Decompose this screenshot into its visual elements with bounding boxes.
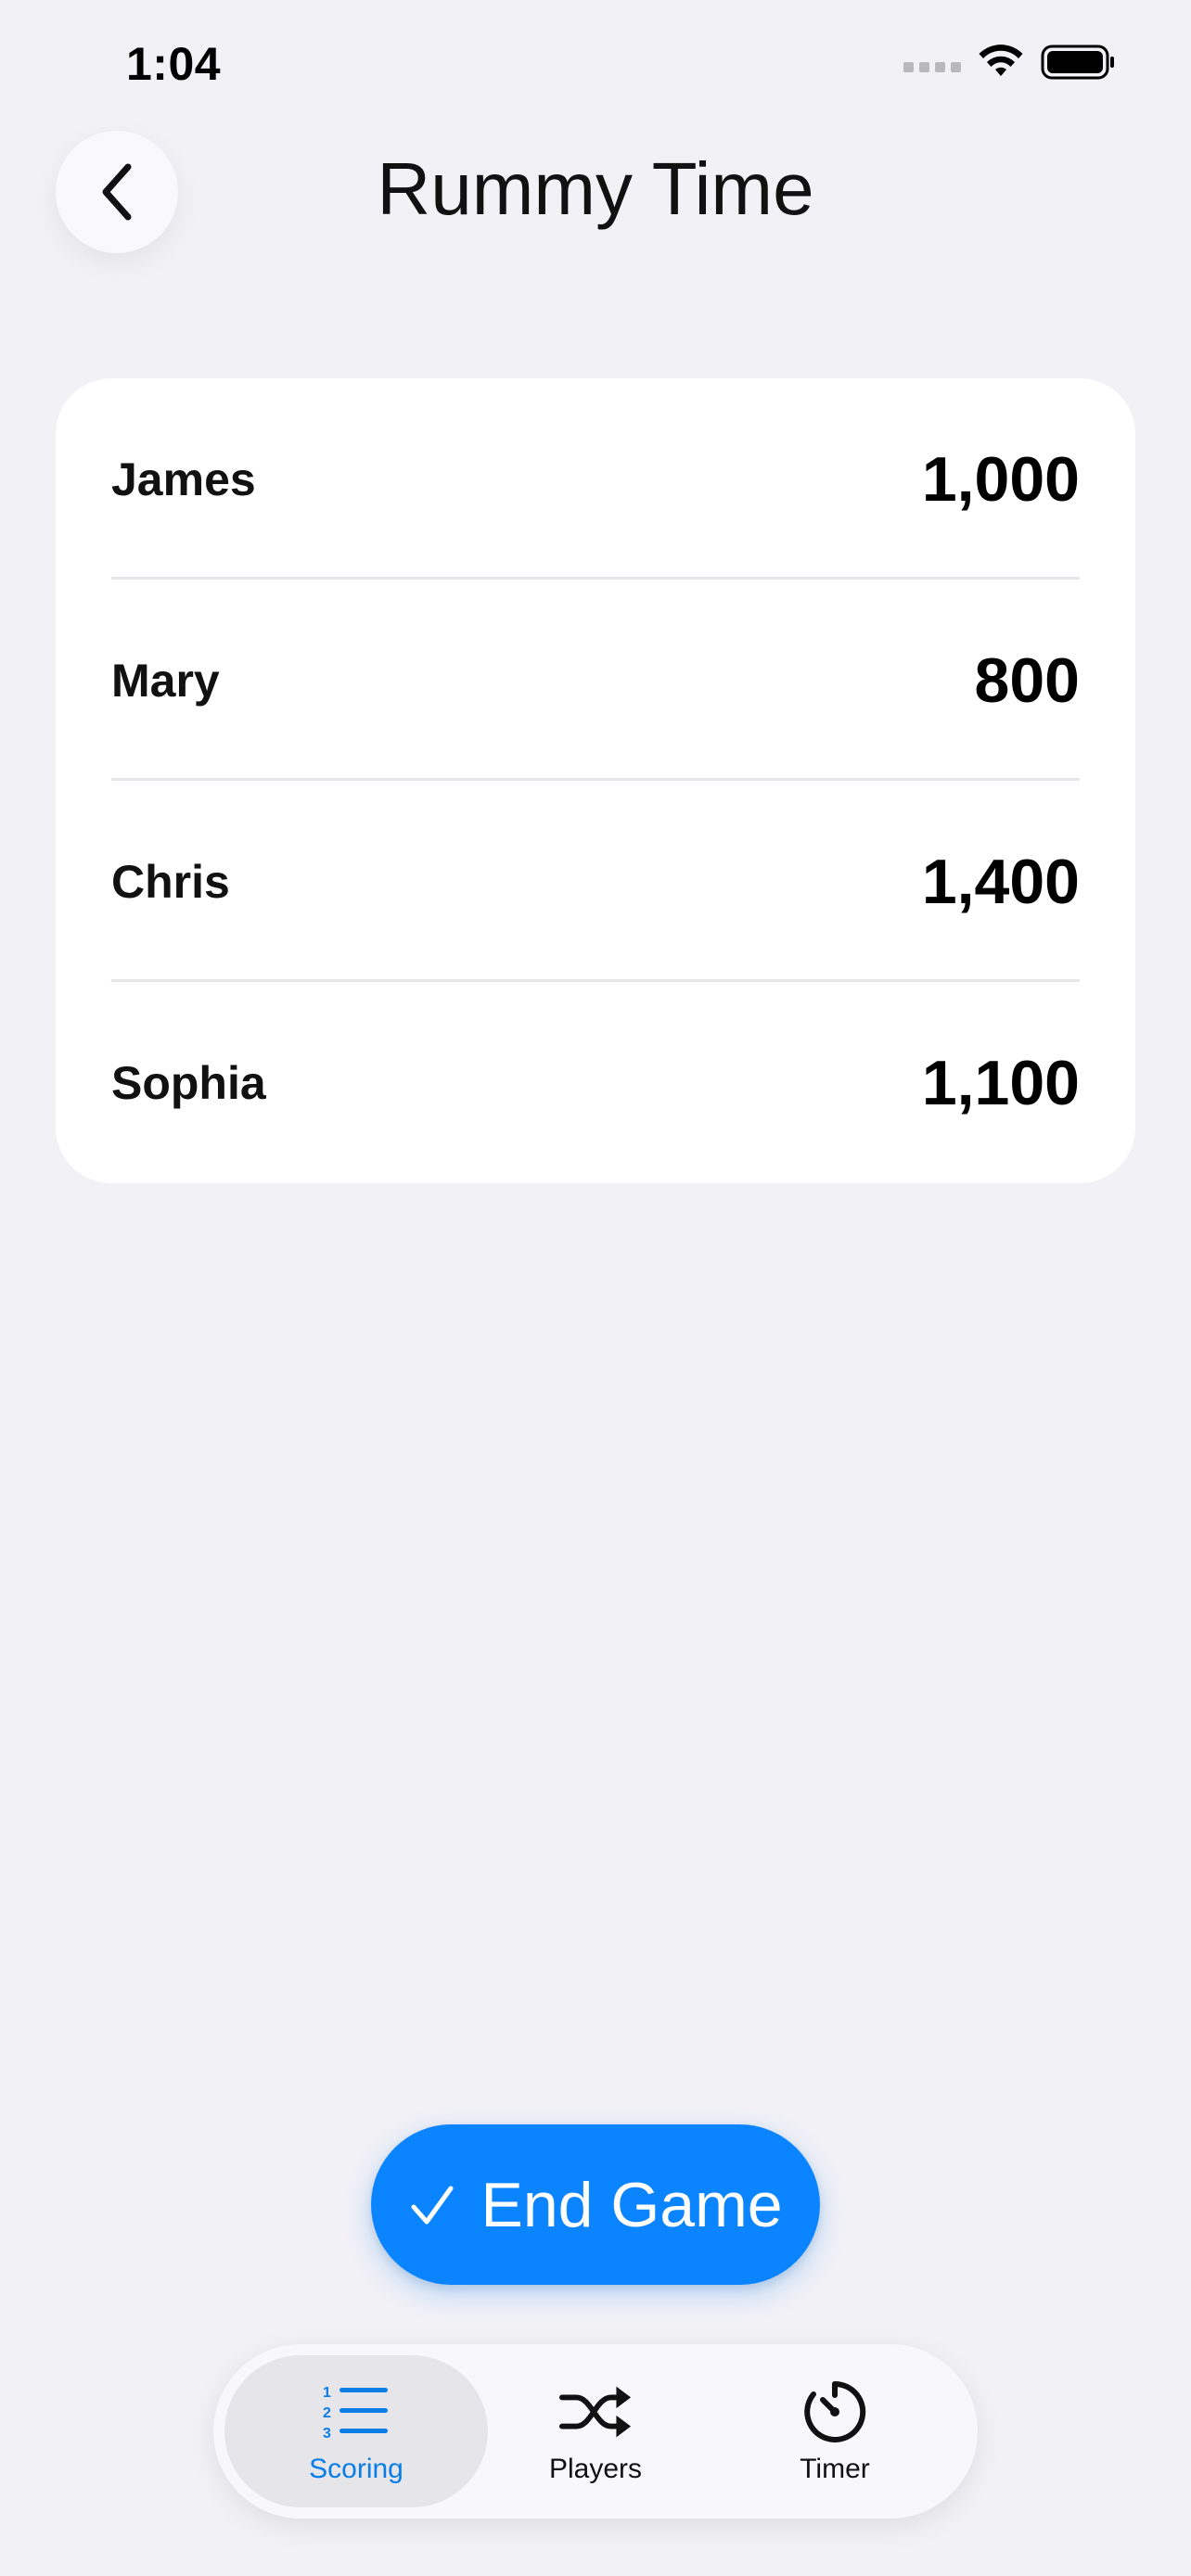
tab-players[interactable]: Players (464, 2355, 727, 2507)
checkmark-icon (411, 2186, 454, 2224)
tab-scoring[interactable]: 1 2 3 Scoring (224, 2355, 488, 2507)
page-title: Rummy Time (377, 147, 814, 230)
wifi-icon (979, 45, 1023, 76)
player-score: 1,400 (921, 846, 1080, 917)
numbered-list-icon: 1 2 3 (319, 2378, 393, 2446)
player-name: James (111, 453, 256, 505)
player-score: 800 (974, 644, 1080, 716)
status-time: 1:04 (126, 38, 222, 90)
player-score: 1,000 (921, 443, 1080, 515)
player-name: Mary (111, 654, 220, 707)
tab-label: Timer (800, 2454, 870, 2484)
status-bar: 1:04 (0, 0, 1191, 130)
svg-text:2: 2 (323, 2405, 331, 2421)
cellular-signal-icon (903, 61, 961, 72)
end-game-label: End Game (480, 2169, 783, 2240)
player-name: Sophia (111, 1056, 266, 1109)
svg-text:1: 1 (323, 2385, 331, 2401)
tab-label: Players (548, 2454, 643, 2484)
battery-icon (1041, 45, 1114, 80)
score-list: James 1,000 Mary 800 Chris 1,400 Sophia … (56, 378, 1135, 1183)
player-row[interactable]: Chris 1,400 (111, 781, 1080, 982)
tab-label: Scoring (309, 2454, 403, 2484)
end-game-button[interactable]: End Game (371, 2124, 820, 2285)
player-row[interactable]: James 1,000 (111, 378, 1080, 580)
tab-timer[interactable]: Timer (703, 2355, 967, 2507)
player-row[interactable]: Sophia 1,100 (111, 982, 1080, 1183)
status-icons (903, 45, 1115, 80)
tab-bar: 1 2 3 Scoring Players Timer (213, 2344, 978, 2519)
player-score: 1,100 (921, 1047, 1080, 1118)
player-row[interactable]: Mary 800 (111, 580, 1080, 781)
svg-text:3: 3 (323, 2426, 331, 2442)
shuffle-icon (558, 2378, 633, 2446)
player-name: Chris (111, 855, 230, 908)
timer-icon (798, 2378, 872, 2446)
